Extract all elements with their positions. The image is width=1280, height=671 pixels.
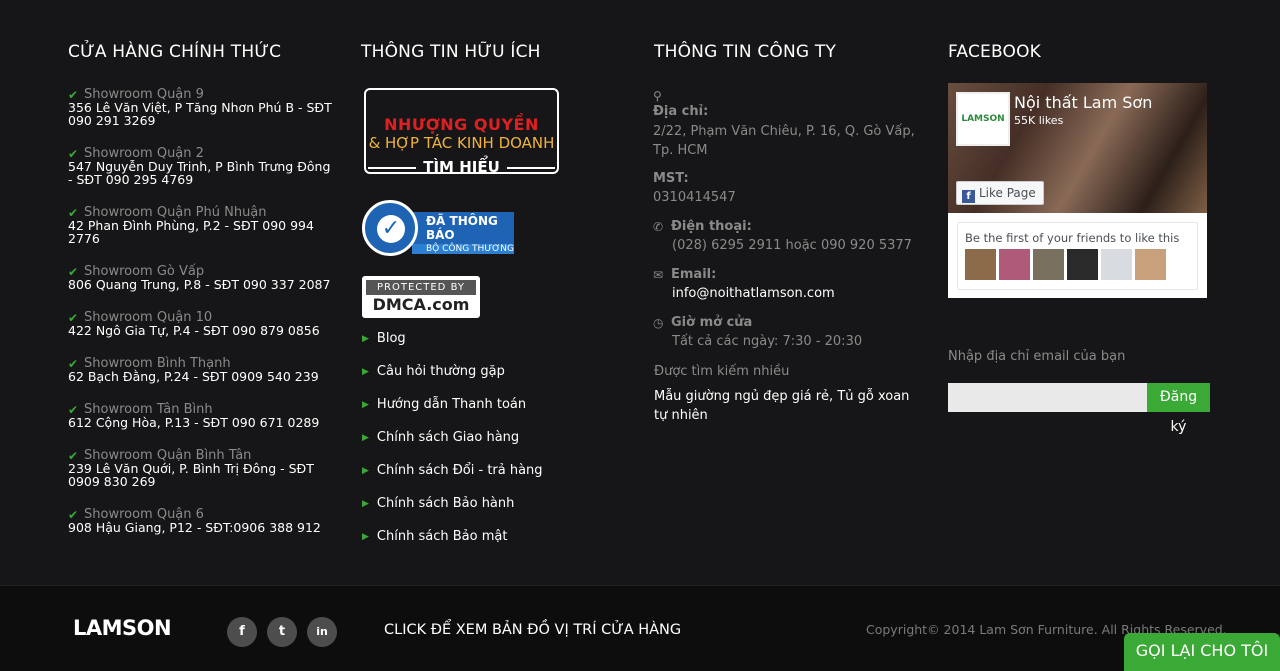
newsletter-subscribe-button[interactable]: Đăng xyxy=(1147,383,1210,412)
arrow-right-icon: ▶ xyxy=(362,498,369,509)
footer-link-warranty[interactable]: ▶ Chính sách Bảo hành xyxy=(362,487,543,520)
arrow-right-icon: ▶ xyxy=(362,465,369,476)
arrow-right-icon: ▶ xyxy=(362,432,369,443)
hours-value: Tất cả các ngày: 7:30 - 20:30 xyxy=(672,334,863,349)
franchise-banner[interactable]: NHƯỢNG QUYỀN & HỢP TÁC KINH DOANH TÌM HI… xyxy=(364,88,559,176)
tax-code-block: MST: 0310414547 xyxy=(653,171,736,207)
franchise-line1: NHƯỢNG QUYỀN xyxy=(384,115,539,134)
store-address: 908 Hậu Giang, P12 - SĐT:0906 388 912 xyxy=(68,520,321,535)
lamson-logo[interactable]: LAMSON xyxy=(73,616,172,640)
call-me-back-button[interactable]: GỌI LẠI CHO TÔI xyxy=(1124,633,1280,671)
footer-main: CỬA HÀNG CHÍNH THỨC THÔNG TIN HỮU ÍCH TH… xyxy=(0,0,1280,585)
tax-code-label: MST: xyxy=(653,171,689,186)
facebook-icon: f xyxy=(962,190,975,203)
store-item: ✔ Showroom Quận Phú Nhuận 42 Phan Đình Ph… xyxy=(68,206,333,246)
facebook-likes-count: 55K likes xyxy=(1014,114,1064,127)
footer-link-payment[interactable]: ▶ Hướng dẫn Thanh toán xyxy=(362,388,543,421)
store-item: ✔ Showroom Quận 9 356 Lê Văn Việt, P Tăng… xyxy=(68,88,333,128)
address-label: Địa chỉ: xyxy=(653,104,709,119)
store-item: ✔ Showroom Bình Thạnh 62 Bạch Đằng, P.24 … xyxy=(68,357,333,384)
hours-block: ◷ Giờ mở cửa Tất cả các ngày: 7:30 - 20:3… xyxy=(653,315,862,351)
store-item: ✔ Showroom Quận 10 422 Ngô Gia Tự, P.4 - … xyxy=(68,311,333,338)
store-item: ✔ Showroom Gò Vấp 806 Quang Trung, P.8 - … xyxy=(68,265,333,292)
facebook-friend-faces xyxy=(965,249,1166,280)
stores-title: CỬA HÀNG CHÍNH THỨC xyxy=(68,42,282,62)
newsletter-email-input[interactable] xyxy=(948,383,1147,412)
facebook-friends-box: Be the first of your friends to like thi… xyxy=(957,222,1198,290)
friend-avatar[interactable] xyxy=(999,249,1030,280)
arrow-right-icon: ▶ xyxy=(362,333,369,344)
store-address: 239 Lê Văn Quới, P. Bình Trị Đông - SĐT … xyxy=(68,461,314,489)
phone-icon: ✆ xyxy=(653,219,664,234)
store-item: ✔ Showroom Quận 6 908 Hậu Giang, P12 - SĐ… xyxy=(68,508,333,535)
franchise-line3: TÌM HIỂU xyxy=(366,158,557,176)
dmca-bottom-text: DMCA.com xyxy=(372,295,470,314)
footer-link-delivery[interactable]: ▶ Chính sách Giao hàng xyxy=(362,421,543,454)
email-link[interactable]: info@noithatlamson.com xyxy=(653,284,835,303)
notice-main-text: ĐÃ THÔNG BÁO xyxy=(426,214,498,242)
email-block: ✉ Email: info@noithatlamson.com xyxy=(653,267,835,303)
dmca-top-text: PROTECTED BY xyxy=(366,280,476,295)
phone-block: ✆ Điện thoại: (028) 6295 2911 hoặc 090 92… xyxy=(653,219,912,255)
most-searched-label: Được tìm kiếm nhiều xyxy=(654,364,790,379)
facebook-icon[interactable]: f xyxy=(227,617,257,647)
keyword-link[interactable]: Mẫu giường ngủ đẹp giá rẻ xyxy=(654,389,829,404)
arrow-right-icon: ▶ xyxy=(362,399,369,410)
facebook-page-widget[interactable]: LAMSON Nội thất Lam Sơn 55K likes f Like … xyxy=(948,83,1207,298)
address-value: 2/22, Phạm Văn Chiêu, P. 16, Q. Gò Vấp, … xyxy=(653,124,915,158)
friend-avatar[interactable] xyxy=(1067,249,1098,280)
arrow-right-icon: ▶ xyxy=(362,531,369,542)
dmca-badge[interactable]: PROTECTED BY DMCA.com xyxy=(362,276,480,318)
facebook-like-button[interactable]: f Like Page xyxy=(956,181,1044,205)
lamson-page-logo: LAMSON xyxy=(956,92,1010,146)
facebook-friends-text: Be the first of your friends to like thi… xyxy=(965,231,1180,245)
twitter-icon[interactable]: t xyxy=(267,617,297,647)
tax-code-value: 0310414547 xyxy=(653,190,736,205)
facebook-title: FACEBOOK xyxy=(948,42,1042,62)
store-address: 806 Quang Trung, P.8 - SĐT 090 337 2087 xyxy=(68,277,331,292)
store-address: 356 Lê Văn Việt, P Tăng Nhơn Phú B - SĐT… xyxy=(68,100,332,128)
bottom-bar: LAMSON f t in CLICK ĐỂ XEM BẢN ĐỒ VỊ TRÍ… xyxy=(0,585,1280,671)
useful-links-list: ▶ Blog ▶ Câu hỏi thường gặp ▶ Hướng dẫn Tha… xyxy=(362,322,543,553)
store-item: ✔ Showroom Tân Bình 612 Cộng Hòa, P.13 - … xyxy=(68,403,333,430)
friend-avatar[interactable] xyxy=(965,249,996,280)
footer-link-privacy[interactable]: ▶ Chính sách Bảo mật xyxy=(362,520,543,553)
store-map-link[interactable]: CLICK ĐỂ XEM BẢN ĐỒ VỊ TRÍ CỬA HÀNG xyxy=(384,622,681,638)
map-marker-icon: ⚲ xyxy=(653,89,662,103)
company-info-title: THÔNG TIN CÔNG TY xyxy=(654,42,837,62)
store-address: 42 Phan Đình Phùng, P.2 - SĐT 090 994 27… xyxy=(68,218,314,246)
newsletter-subscribe-button-line2[interactable]: ký xyxy=(1147,413,1210,442)
store-address: 422 Ngô Gia Tự, P.4 - SĐT 090 879 0856 xyxy=(68,323,320,338)
envelope-icon: ✉ xyxy=(653,267,664,282)
clock-icon: ◷ xyxy=(653,315,664,330)
franchise-line2: & HỢP TÁC KINH DOANH xyxy=(368,134,555,152)
friend-avatar[interactable] xyxy=(1135,249,1166,280)
newsletter-label: Nhập địa chỉ email của bạn xyxy=(948,349,1126,364)
notice-sub-text: BỘ CÔNG THƯƠNG xyxy=(412,244,514,254)
email-label: Email: xyxy=(671,267,717,282)
ministry-notice-badge[interactable]: ĐÃ THÔNG BÁO BỘ CÔNG THƯƠNG ✓ xyxy=(362,200,514,258)
store-item: ✔ Showroom Quận 2 547 Nguyễn Duy Trinh, P… xyxy=(68,147,333,187)
hours-label: Giờ mở cửa xyxy=(671,315,753,330)
footer-link-blog[interactable]: ▶ Blog xyxy=(362,322,543,355)
address-block: Địa chỉ: 2/22, Phạm Văn Chiêu, P. 16, Q.… xyxy=(653,104,923,160)
linkedin-icon[interactable]: in xyxy=(307,617,337,647)
footer-link-faq[interactable]: ▶ Câu hỏi thường gặp xyxy=(362,355,543,388)
useful-info-title: THÔNG TIN HỮU ÍCH xyxy=(361,42,541,62)
phone-value: (028) 6295 2911 hoặc 090 920 5377 xyxy=(672,238,912,253)
verified-icon: ✓ xyxy=(362,200,418,256)
footer-link-returns[interactable]: ▶ Chính sách Đổi - trả hàng xyxy=(362,454,543,487)
store-item: ✔ Showroom Quận Bình Tân 239 Lê Văn Quới,… xyxy=(68,449,333,489)
store-address: 62 Bạch Đằng, P.24 - SĐT 0909 540 239 xyxy=(68,369,319,384)
store-address: 612 Cộng Hòa, P.13 - SĐT 090 671 0289 xyxy=(68,415,320,430)
friend-avatar[interactable] xyxy=(1033,249,1064,280)
store-address: 547 Nguyễn Duy Trinh, P Bình Trưng Đông … xyxy=(68,159,331,187)
keyword-list: Mẫu giường ngủ đẹp giá rẻ, Tủ gỗ xoan tự… xyxy=(654,387,914,425)
facebook-page-name[interactable]: Nội thất Lam Sơn xyxy=(1014,93,1152,112)
arrow-right-icon: ▶ xyxy=(362,366,369,377)
phone-label: Điện thoại: xyxy=(671,219,752,234)
friend-avatar[interactable] xyxy=(1101,249,1132,280)
